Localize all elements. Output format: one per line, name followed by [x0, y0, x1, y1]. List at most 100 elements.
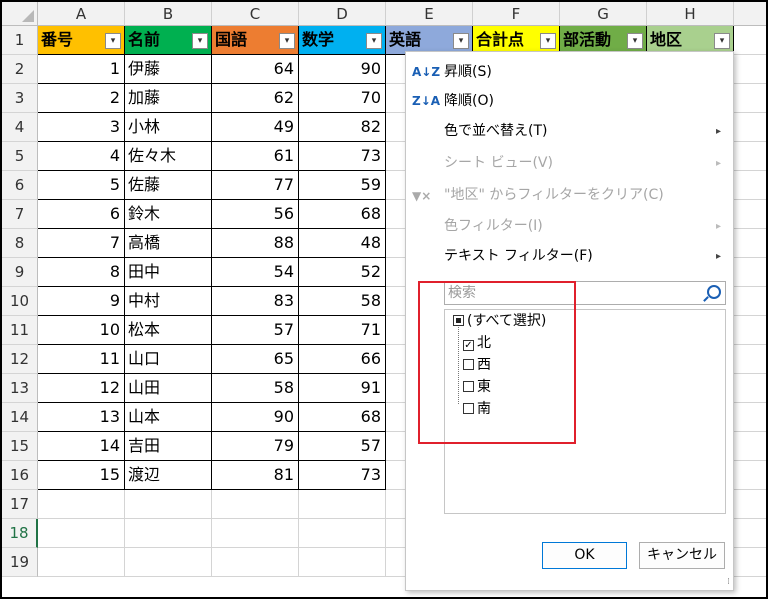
- data-cell[interactable]: 65: [212, 345, 299, 374]
- data-cell[interactable]: 57: [299, 432, 386, 461]
- data-cell[interactable]: 62: [212, 84, 299, 113]
- data-cell[interactable]: 4: [38, 142, 125, 171]
- column-header-f[interactable]: F: [473, 2, 560, 26]
- data-cell[interactable]: 加藤: [125, 84, 212, 113]
- row-header[interactable]: 3: [2, 84, 38, 113]
- column-header-h[interactable]: H: [647, 2, 734, 26]
- data-cell[interactable]: 3: [38, 113, 125, 142]
- data-cell[interactable]: 73: [299, 461, 386, 490]
- data-cell[interactable]: 11: [38, 345, 125, 374]
- row-header[interactable]: 15: [2, 432, 38, 461]
- data-cell[interactable]: 58: [299, 287, 386, 316]
- data-cell[interactable]: 61: [212, 142, 299, 171]
- empty-cell[interactable]: [212, 519, 299, 548]
- data-cell[interactable]: 渡辺: [125, 461, 212, 490]
- empty-cell[interactable]: [212, 490, 299, 519]
- row-header[interactable]: 8: [2, 229, 38, 258]
- empty-cell[interactable]: [299, 519, 386, 548]
- row-header[interactable]: 18: [2, 519, 38, 548]
- row-header[interactable]: 10: [2, 287, 38, 316]
- menu-sort-by-color[interactable]: 色で並べ替え(T) ▸: [406, 117, 733, 146]
- empty-cell[interactable]: [734, 142, 766, 171]
- data-cell[interactable]: 57: [212, 316, 299, 345]
- ok-button[interactable]: OK: [542, 542, 627, 569]
- data-cell[interactable]: 70: [299, 84, 386, 113]
- row-header[interactable]: 17: [2, 490, 38, 519]
- empty-cell[interactable]: [734, 200, 766, 229]
- menu-sort-ascending[interactable]: A↓Z 昇順(S): [406, 58, 733, 87]
- row-header[interactable]: 9: [2, 258, 38, 287]
- data-cell[interactable]: 77: [212, 171, 299, 200]
- data-cell[interactable]: 山本: [125, 403, 212, 432]
- header-cell[interactable]: 国語 ▾: [212, 26, 299, 55]
- data-cell[interactable]: 中村: [125, 287, 212, 316]
- data-cell[interactable]: 5: [38, 171, 125, 200]
- data-cell[interactable]: 6: [38, 200, 125, 229]
- data-cell[interactable]: 小林: [125, 113, 212, 142]
- data-cell[interactable]: 91: [299, 374, 386, 403]
- data-cell[interactable]: 山口: [125, 345, 212, 374]
- empty-cell[interactable]: [734, 113, 766, 142]
- data-cell[interactable]: 88: [212, 229, 299, 258]
- column-header-g[interactable]: G: [560, 2, 647, 26]
- data-cell[interactable]: 田中: [125, 258, 212, 287]
- empty-cell[interactable]: [734, 55, 766, 84]
- row-header[interactable]: 7: [2, 200, 38, 229]
- row-header[interactable]: 2: [2, 55, 38, 84]
- header-cell[interactable]: 名前 ▾: [125, 26, 212, 55]
- empty-cell[interactable]: [734, 26, 766, 55]
- data-cell[interactable]: 13: [38, 403, 125, 432]
- empty-cell[interactable]: [125, 490, 212, 519]
- empty-cell[interactable]: [38, 519, 125, 548]
- row-header[interactable]: 11: [2, 316, 38, 345]
- empty-cell[interactable]: [38, 490, 125, 519]
- data-cell[interactable]: 山田: [125, 374, 212, 403]
- empty-cell[interactable]: [734, 374, 766, 403]
- empty-cell[interactable]: [734, 490, 766, 519]
- column-header-empty[interactable]: [734, 2, 766, 26]
- empty-cell[interactable]: [734, 287, 766, 316]
- data-cell[interactable]: 68: [299, 200, 386, 229]
- row-header[interactable]: 1: [2, 26, 38, 55]
- column-header-b[interactable]: B: [125, 2, 212, 26]
- empty-cell[interactable]: [734, 461, 766, 490]
- data-cell[interactable]: 8: [38, 258, 125, 287]
- data-cell[interactable]: 12: [38, 374, 125, 403]
- row-header[interactable]: 13: [2, 374, 38, 403]
- menu-text-filter[interactable]: テキスト フィルター(F) ▸: [406, 242, 733, 271]
- empty-cell[interactable]: [299, 490, 386, 519]
- filter-dropdown-button[interactable]: ▾: [279, 33, 295, 49]
- header-cell[interactable]: 数学 ▾: [299, 26, 386, 55]
- data-cell[interactable]: 64: [212, 55, 299, 84]
- data-cell[interactable]: 66: [299, 345, 386, 374]
- row-header[interactable]: 6: [2, 171, 38, 200]
- filter-dropdown-button[interactable]: ▾: [714, 33, 730, 49]
- empty-cell[interactable]: [212, 548, 299, 577]
- filter-dropdown-button[interactable]: ▾: [627, 33, 643, 49]
- row-header[interactable]: 19: [2, 548, 38, 577]
- data-cell[interactable]: 鈴木: [125, 200, 212, 229]
- row-header[interactable]: 14: [2, 403, 38, 432]
- data-cell[interactable]: 伊藤: [125, 55, 212, 84]
- empty-cell[interactable]: [734, 548, 766, 577]
- data-cell[interactable]: 49: [212, 113, 299, 142]
- header-cell[interactable]: 番号 ▾: [38, 26, 125, 55]
- data-cell[interactable]: 佐藤: [125, 171, 212, 200]
- data-cell[interactable]: 48: [299, 229, 386, 258]
- empty-cell[interactable]: [734, 229, 766, 258]
- filter-dropdown-button[interactable]: ▾: [105, 33, 121, 49]
- data-cell[interactable]: 52: [299, 258, 386, 287]
- row-header[interactable]: 12: [2, 345, 38, 374]
- row-header[interactable]: 5: [2, 142, 38, 171]
- data-cell[interactable]: 1: [38, 55, 125, 84]
- data-cell[interactable]: 吉田: [125, 432, 212, 461]
- filter-dropdown-button[interactable]: ▾: [540, 33, 556, 49]
- data-cell[interactable]: 56: [212, 200, 299, 229]
- empty-cell[interactable]: [299, 548, 386, 577]
- filter-dropdown-button[interactable]: ▾: [366, 33, 382, 49]
- empty-cell[interactable]: [125, 548, 212, 577]
- row-header[interactable]: 4: [2, 113, 38, 142]
- data-cell[interactable]: 81: [212, 461, 299, 490]
- data-cell[interactable]: 14: [38, 432, 125, 461]
- data-cell[interactable]: 7: [38, 229, 125, 258]
